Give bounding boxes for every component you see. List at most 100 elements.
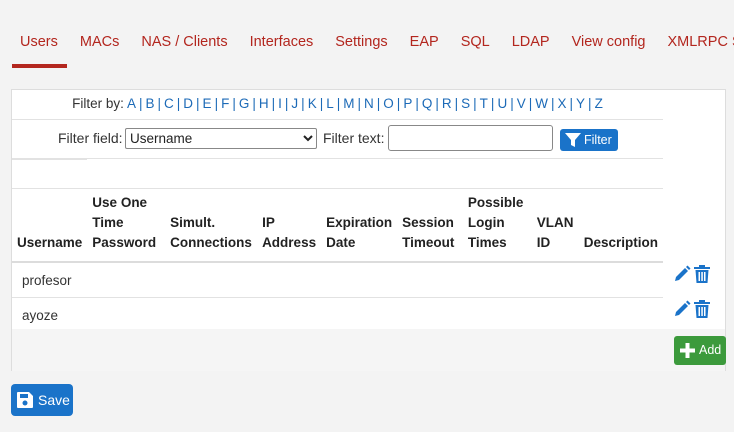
filter-button-label: Filter [584,133,612,147]
col-description: Description [578,188,663,263]
add-button-label: Add [699,343,722,357]
table-header-row: Username Use One Time Password Simult. C… [12,188,663,263]
letter-separator: | [435,96,439,111]
funnel-icon [565,133,581,147]
letter-separator: | [232,96,236,111]
tab-bar: Users MACs NAS / Clients Interfaces Sett… [12,24,734,68]
tab-eap[interactable]: EAP [410,24,439,56]
tab-xmlrpc-sync[interactable]: XMLRPC Sync [667,24,734,56]
pencil-icon[interactable] [673,300,691,318]
blank-row [12,159,87,188]
letter-separator: | [454,96,459,111]
table-row: profesor [12,262,663,298]
col-simult-connections: Simult. Connections [165,188,258,263]
tab-ldap[interactable]: LDAP [512,24,550,56]
filter-letter-link[interactable]: K [308,96,317,111]
filter-letter-link[interactable]: U [497,96,507,111]
col-username: Username [12,188,88,263]
filter-letter-link[interactable]: T [480,96,488,111]
tab-interfaces[interactable]: Interfaces [250,24,314,56]
letter-separator: | [396,96,401,111]
filter-letter-link[interactable]: V [517,96,526,111]
col-vlan-id: VLAN ID [531,188,579,263]
letter-separator: | [284,96,289,111]
letter-separator: | [138,96,143,111]
filter-letter-link[interactable]: B [145,96,154,111]
save-button-label: Save [38,392,70,408]
row-actions-column [663,90,725,370]
filter-text-label: Filter text: [323,130,385,146]
trash-icon[interactable] [694,265,710,283]
letter-separator: | [196,96,200,111]
filter-letter-link[interactable]: R [442,96,452,111]
letter-separator: | [415,96,419,111]
filter-by-letters: Filter by: A | B | C | D | E | F | G | H | I | J | K | L | M | N | O… [12,90,663,120]
users-table: Username Use One Time Password Simult. C… [12,188,663,333]
filter-row: Filter field: Username Filter text: Filt… [12,120,663,159]
col-otp: Use One Time Password [87,188,166,263]
filter-letter-link[interactable]: A [127,96,136,111]
plus-icon [680,343,695,358]
filter-field-select[interactable]: Username [125,128,317,149]
filter-text-input[interactable] [388,125,553,151]
letter-separator: | [271,96,276,111]
pencil-icon[interactable] [673,265,691,283]
save-button[interactable]: Save [11,384,73,416]
filter-letter-link[interactable]: H [259,96,269,111]
filter-field-label: Filter field: [58,130,123,146]
letter-separator: | [510,96,514,111]
filter-letter-link[interactable]: I [278,96,282,111]
filter-letter-link[interactable]: J [291,96,298,111]
col-session-timeout: Session Timeout [397,188,463,263]
filter-letter-link[interactable]: O [383,96,394,111]
letter-separator: | [214,96,219,111]
letter-separator: | [528,96,533,111]
letter-separator: | [473,96,477,111]
tab-users[interactable]: Users [12,24,67,68]
filter-letter-link[interactable]: W [535,96,548,111]
filter-letter-link[interactable]: L [326,96,334,111]
letter-separator: | [357,96,362,111]
filter-letter-link[interactable]: X [558,96,567,111]
filter-letter-link[interactable]: C [164,96,174,111]
col-ip-address: IP Address [257,188,322,263]
filter-letter-link[interactable]: Z [595,96,603,111]
filter-letter-link[interactable]: G [239,96,250,111]
row-actions [673,265,713,285]
filter-letter-link[interactable]: F [221,96,229,111]
tab-sql[interactable]: SQL [461,24,490,56]
col-expiration-date: Expiration Date [321,188,398,263]
table-row: ayoze [12,297,663,333]
tab-macs[interactable]: MACs [80,24,119,56]
cell-username: profesor [12,262,88,298]
tab-nas-clients[interactable]: NAS / Clients [141,24,227,56]
filter-letter-link[interactable]: D [183,96,193,111]
letter-separator: | [588,96,592,111]
filter-letter-link[interactable]: M [343,96,354,111]
filter-letter-link[interactable]: E [203,96,212,111]
row-actions [673,300,713,320]
floppy-disk-icon [17,392,33,408]
filter-letter-link[interactable]: N [364,96,374,111]
tab-view-config[interactable]: View config [572,24,646,56]
filter-letter-link[interactable]: Y [576,96,585,111]
filter-button[interactable]: Filter [560,129,618,151]
letter-links: A | B | C | D | E | F | G | H | I | J | K | L | M | N | O | P | Q | R | S | T |… [127,96,603,111]
letter-separator: | [336,96,341,111]
filter-letter-link[interactable]: P [403,96,412,111]
col-login-times: Possible Login Times [462,188,532,263]
top-bar [0,0,734,8]
letter-separator: | [301,96,305,111]
add-user-button[interactable]: Add [674,336,726,365]
letter-separator: | [157,96,162,111]
filter-letter-link[interactable]: S [461,96,470,111]
letter-separator: | [490,96,495,111]
letter-separator: | [319,96,324,111]
cell-username: ayoze [12,297,88,333]
users-panel-content: Filter by: A | B | C | D | E | F | G | H | I | J | K | L | M | N | O… [12,90,663,370]
letter-separator: | [550,96,555,111]
letter-separator: | [252,96,256,111]
tab-settings[interactable]: Settings [335,24,387,56]
filter-letter-link[interactable]: Q [422,96,433,111]
trash-icon[interactable] [694,300,710,318]
